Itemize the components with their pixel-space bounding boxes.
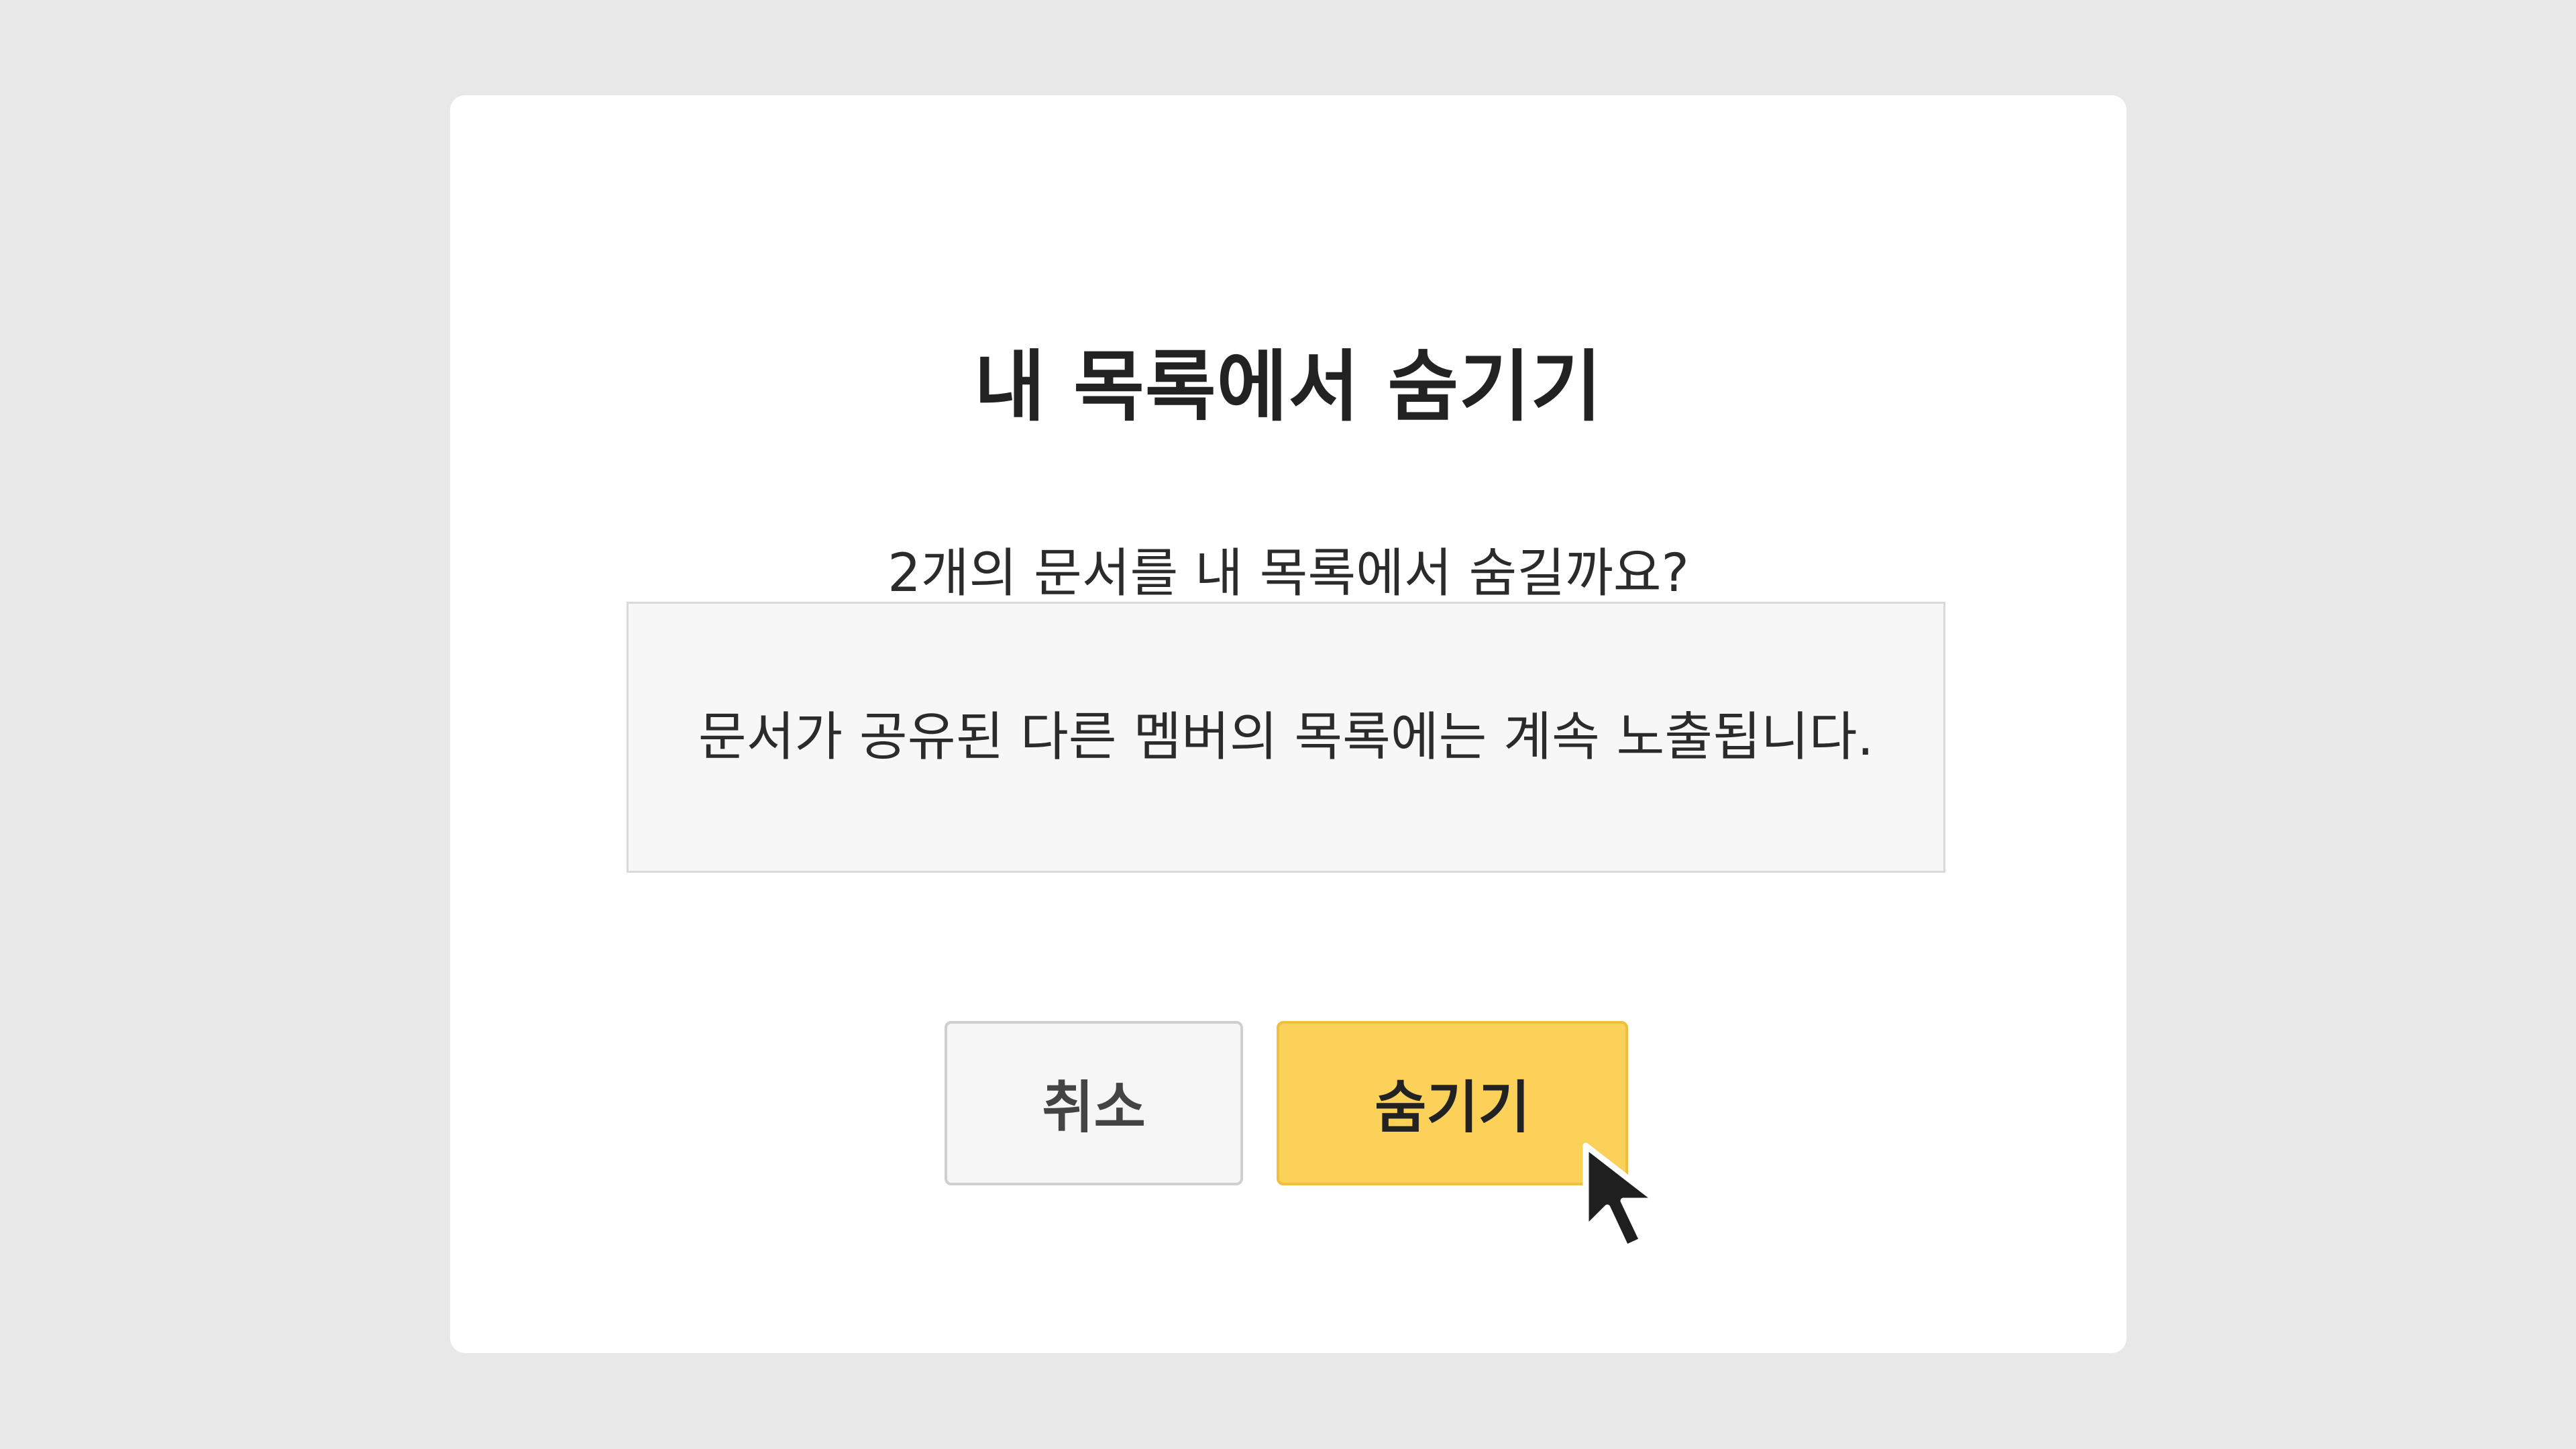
hide-button[interactable]: 숨기기 bbox=[1277, 1021, 1628, 1185]
screen: 내 목록에서 숨기기 2개의 문서를 내 목록에서 숨길까요? 문서가 공유된 … bbox=[0, 0, 2576, 1449]
dialog-title: 내 목록에서 숨기기 bbox=[974, 342, 1603, 432]
cancel-button-label: 취소 bbox=[1042, 1075, 1146, 1140]
cancel-button[interactable]: 취소 bbox=[945, 1021, 1243, 1185]
notice-text: 문서가 공유된 다른 멤버의 목록에는 계속 노출됩니다. bbox=[698, 707, 1874, 767]
hide-from-list-dialog: 내 목록에서 숨기기 2개의 문서를 내 목록에서 숨길까요? 문서가 공유된 … bbox=[450, 95, 2127, 1353]
dialog-message: 2개의 문서를 내 목록에서 숨길까요? bbox=[888, 543, 1689, 604]
hide-button-label: 숨기기 bbox=[1375, 1075, 1530, 1140]
arrow-pointer-icon bbox=[1582, 1142, 1660, 1251]
notice-box: 문서가 공유된 다른 멤버의 목록에는 계속 노출됩니다. bbox=[627, 602, 1945, 873]
